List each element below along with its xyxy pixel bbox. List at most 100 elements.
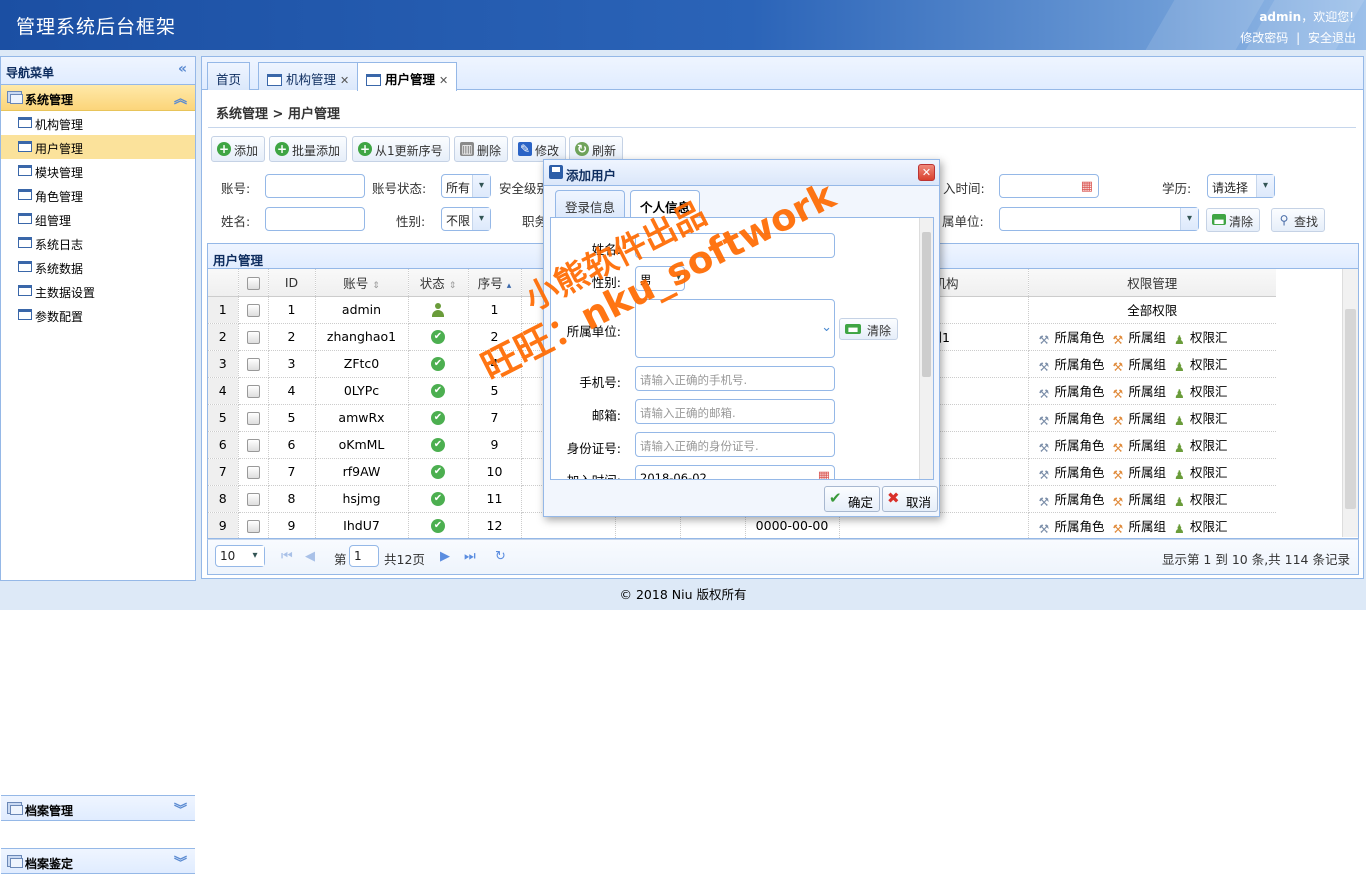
row-checkbox[interactable]	[246, 331, 260, 344]
perm-link-summary[interactable]: ♟ 权限汇	[1174, 519, 1228, 536]
perm-link-role[interactable]: ⚒ 所属角色	[1039, 384, 1105, 401]
last-page-icon[interactable]: ⏭	[464, 550, 476, 564]
expand-down-icon[interactable]: ︾	[174, 852, 187, 871]
first-page-icon[interactable]: ⏮	[281, 550, 293, 564]
checkbox-cell[interactable]	[238, 404, 269, 432]
checkbox-cell[interactable]	[238, 431, 269, 459]
row-checkbox[interactable]	[246, 439, 260, 452]
next-page-icon[interactable]: ▶	[440, 550, 452, 564]
page-size-select[interactable]: 10 ▾	[215, 545, 265, 567]
row-checkbox[interactable]	[246, 304, 260, 317]
phone-field[interactable]: 请输入正确的手机号.	[635, 366, 835, 391]
batch-add-button[interactable]: + 批量添加	[269, 136, 348, 162]
calendar-icon[interactable]: ▦	[818, 469, 830, 479]
calendar-icon[interactable]: ▦	[1081, 179, 1093, 194]
select-all-cell[interactable]	[238, 269, 269, 297]
sidebar-item[interactable]: 系统日志	[1, 231, 195, 255]
status-header[interactable]: 状态 ⇕	[408, 269, 469, 297]
expand-down-icon[interactable]: ︾	[174, 799, 187, 818]
row-checkbox[interactable]	[246, 385, 260, 398]
perm-link-summary[interactable]: ♟ 权限汇	[1174, 492, 1228, 509]
join-time-field[interactable]: 2018-06-02 ▦	[635, 465, 835, 479]
scrollbar-thumb[interactable]	[922, 232, 931, 377]
row-checkbox[interactable]	[246, 412, 260, 425]
checkbox-cell[interactable]	[238, 350, 269, 378]
sidebar-item[interactable]: 主数据设置	[1, 279, 195, 303]
sidebar-group-appraisal[interactable]: 档案鉴定 ︾	[1, 848, 195, 874]
checkbox-cell[interactable]	[238, 296, 269, 324]
close-icon[interactable]: ✕	[340, 74, 349, 87]
delete-button[interactable]: ▥ 删除	[454, 136, 509, 162]
perm-link-role[interactable]: ⚒ 所属角色	[1039, 411, 1105, 428]
tab-home[interactable]: 首页	[207, 62, 251, 90]
prev-page-icon[interactable]: ◀	[305, 550, 317, 564]
perm-link-group[interactable]: ⚒ 所属组	[1113, 438, 1167, 455]
unit-select[interactable]: ⌄	[635, 299, 835, 358]
row-checkbox[interactable]	[246, 466, 260, 479]
education-select[interactable]: 请选择 ▾	[1207, 174, 1275, 198]
checkbox-cell[interactable]	[238, 512, 269, 538]
checkbox-cell[interactable]	[238, 377, 269, 405]
select-all-checkbox[interactable]	[246, 276, 260, 290]
cancel-button[interactable]: ✖ 取消	[882, 486, 939, 512]
perm-link-group[interactable]: ⚒ 所属组	[1113, 519, 1167, 536]
account-status-select[interactable]: 所有 ▾	[441, 174, 491, 198]
collapse-up-icon[interactable]: ︽	[174, 88, 187, 107]
perm-link-summary[interactable]: ♟ 权限汇	[1174, 384, 1228, 401]
perm-link-role[interactable]: ⚒ 所属角色	[1039, 438, 1105, 455]
sidebar-item[interactable]: 机构管理	[1, 111, 195, 135]
sidebar-item[interactable]: 参数配置	[1, 303, 195, 327]
scrollbar-thumb[interactable]	[1345, 309, 1356, 509]
perm-link-summary[interactable]: ♟ 权限汇	[1174, 330, 1228, 347]
add-button[interactable]: + 添加	[211, 136, 266, 162]
row-checkbox[interactable]	[246, 358, 260, 371]
confirm-button[interactable]: ✔ 确定	[824, 486, 881, 512]
perm-link-group[interactable]: ⚒ 所属组	[1113, 384, 1167, 401]
name-field[interactable]	[635, 233, 835, 258]
change-password-link[interactable]: 修改密码	[1240, 31, 1288, 45]
page-input[interactable]: 1	[349, 545, 379, 567]
row-checkbox[interactable]	[246, 520, 260, 533]
checkbox-cell[interactable]	[238, 485, 269, 513]
logout-link[interactable]: 安全退出	[1308, 31, 1356, 45]
search-button[interactable]: ⚲ 查找	[1271, 208, 1326, 232]
tab-org-management[interactable]: 机构管理 ✕	[258, 62, 359, 90]
sidebar-item[interactable]: 用户管理	[1, 135, 195, 159]
row-checkbox[interactable]	[246, 493, 260, 506]
dialog-scrollbar[interactable]	[919, 218, 933, 479]
tab-personal-info[interactable]: 个人信息	[630, 190, 701, 219]
perm-link-group[interactable]: ⚒ 所属组	[1113, 492, 1167, 509]
gender-select[interactable]: 男 ▾	[635, 266, 685, 291]
sidebar-item[interactable]: 组管理	[1, 207, 195, 231]
tab-login-info[interactable]: 登录信息	[555, 190, 626, 218]
perm-link-summary[interactable]: ♟ 权限汇	[1174, 411, 1228, 428]
perm-link-group[interactable]: ⚒ 所属组	[1113, 330, 1167, 347]
checkbox-cell[interactable]	[238, 323, 269, 351]
perm-link-role[interactable]: ⚒ 所属角色	[1039, 330, 1105, 347]
sidebar-item[interactable]: 角色管理	[1, 183, 195, 207]
name-input[interactable]	[265, 207, 365, 231]
grid-scrollbar[interactable]	[1342, 269, 1358, 537]
account-input[interactable]	[265, 174, 365, 198]
email-field[interactable]: 请输入正确的邮箱.	[635, 399, 835, 424]
dialog-close-button[interactable]: ✕	[918, 164, 935, 181]
sidebar-group-system[interactable]: 系统管理 ︽	[1, 85, 195, 111]
account-header[interactable]: 账号 ⇕	[315, 269, 409, 297]
unit-clear-button[interactable]: ▬ 清除	[839, 318, 899, 340]
perm-link-summary[interactable]: ♟ 权限汇	[1174, 357, 1228, 374]
perm-link-summary[interactable]: ♟ 权限汇	[1174, 465, 1228, 482]
perm-link-group[interactable]: ⚒ 所属组	[1113, 465, 1167, 482]
reload-icon[interactable]: ↻	[495, 550, 507, 564]
tab-user-management[interactable]: 用户管理 ✕	[357, 62, 458, 91]
gender-select[interactable]: 不限 ▾	[441, 207, 491, 231]
sidebar-group-archive[interactable]: 档案管理 ︾	[1, 795, 195, 821]
perm-link-role[interactable]: ⚒ 所属角色	[1039, 519, 1105, 536]
close-icon[interactable]: ✕	[439, 74, 448, 87]
unit-select[interactable]: ▾	[999, 207, 1199, 231]
perm-link-group[interactable]: ⚒ 所属组	[1113, 411, 1167, 428]
id-header[interactable]: ID	[268, 269, 316, 297]
perm-link-role[interactable]: ⚒ 所属角色	[1039, 492, 1105, 509]
dialog-header[interactable]: 添加用户	[544, 160, 939, 186]
sidebar-item[interactable]: 系统数据	[1, 255, 195, 279]
order-header[interactable]: 序号 ▴	[468, 269, 522, 297]
